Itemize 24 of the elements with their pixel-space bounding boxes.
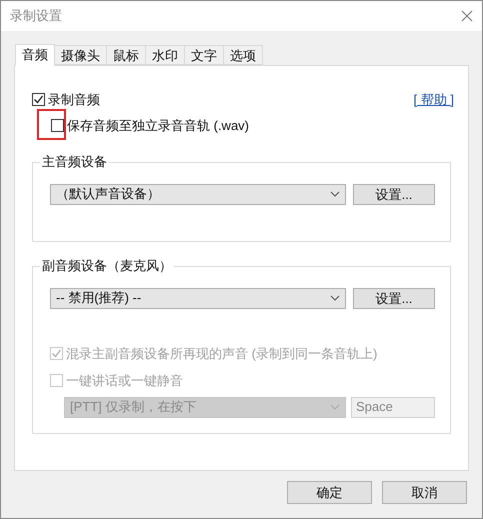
dialog-button[interactable]: 取消 [382, 481, 467, 504]
tab[interactable]: 选项 [223, 45, 263, 65]
tab[interactable]: 鼠标 [106, 45, 146, 65]
dialog-button[interactable]: 确定 [287, 481, 372, 504]
settings-button[interactable]: 设置... [353, 288, 435, 308]
settings-button[interactable]: 设置... [353, 184, 435, 204]
tab[interactable]: 音频 [15, 44, 55, 66]
chevron-down-icon [330, 404, 340, 410]
dropdown[interactable]: -- 禁用(推荐) -- [50, 288, 346, 308]
group-title: 副音频设备（麦克风） [40, 258, 174, 274]
close-icon[interactable] [461, 10, 473, 22]
chevron-down-icon [330, 295, 340, 301]
tab[interactable]: 文字 [184, 45, 224, 65]
tab[interactable]: 摄像头 [54, 45, 107, 65]
checkbox[interactable]: 保存音频至独立录音音轨 (.wav) [51, 116, 468, 135]
checkmark-icon [33, 94, 44, 106]
window-title: 录制设置 [10, 7, 62, 26]
checkbox[interactable]: 录制音频 [32, 90, 100, 110]
checkmark-icon [51, 348, 62, 359]
dropdown[interactable]: （默认声音设备） [50, 184, 346, 204]
tab[interactable]: 水印 [145, 45, 185, 65]
group-title: 主音频设备 [40, 154, 109, 170]
chevron-down-icon [330, 191, 340, 197]
help-link[interactable]: [ 帮助 ] [414, 90, 454, 110]
